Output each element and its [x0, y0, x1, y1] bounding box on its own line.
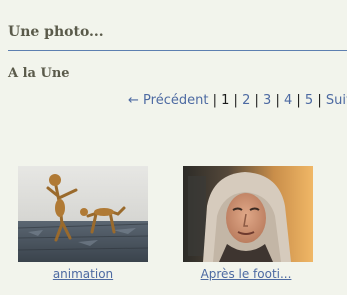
pagination: ← Précédent | 1 | 2 | 3 | 4 | 5 | Suiv [128, 93, 347, 108]
gallery-item[interactable]: animation [0, 166, 166, 286]
pagination-separator: | [317, 93, 322, 108]
feature-title: A la Une [8, 66, 70, 81]
pagination-next-link[interactable]: Suiv [326, 93, 347, 108]
pagination-page-3[interactable]: 3 [263, 93, 271, 108]
pagination-separator: | [212, 93, 217, 108]
portrait-towel-image[interactable] [183, 166, 313, 262]
pagination-page-4[interactable]: 4 [284, 93, 292, 108]
pagination-page-2[interactable]: 2 [242, 93, 250, 108]
gallery-item-caption[interactable]: Après le footi... [166, 267, 326, 281]
pagination-separator: | [296, 93, 301, 108]
animation-figurines-image[interactable] [18, 166, 148, 262]
section-title: Une photo... [8, 24, 104, 40]
section-divider [8, 50, 347, 51]
gallery-item[interactable]: Après le footi... [166, 166, 326, 286]
gallery-item-caption[interactable]: animation [0, 267, 166, 281]
pagination-page-5[interactable]: 5 [305, 93, 313, 108]
pagination-separator: | [254, 93, 259, 108]
pagination-prev-link[interactable]: ← Précédent [128, 93, 208, 108]
pagination-separator: | [275, 93, 280, 108]
pagination-current-page: 1 [221, 93, 230, 108]
pagination-separator: | [233, 93, 238, 108]
